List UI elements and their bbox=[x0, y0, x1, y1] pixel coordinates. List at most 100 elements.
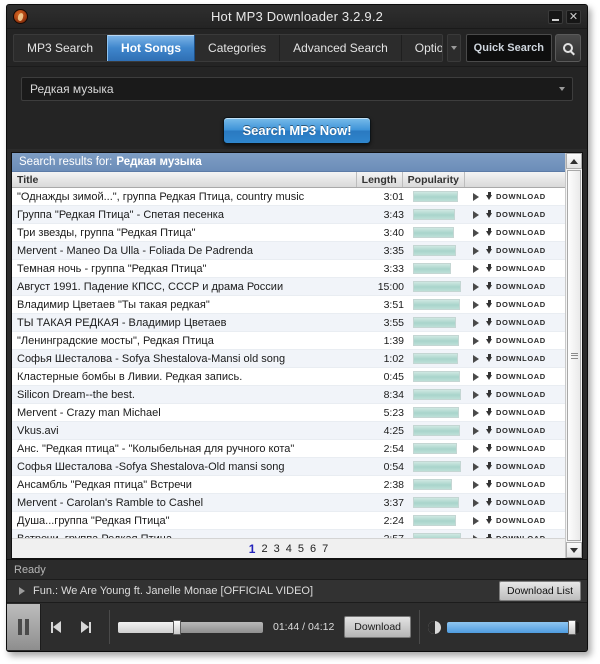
minimize-button[interactable] bbox=[548, 9, 563, 24]
download-link[interactable]: DOWNLOAD bbox=[486, 516, 546, 525]
table-row[interactable]: Софья Шесталова -Sofya Shestalova-Old ma… bbox=[12, 458, 565, 476]
tab-hot-songs[interactable]: Hot Songs bbox=[107, 34, 196, 61]
search-query-combobox[interactable]: Редкая музыка bbox=[21, 77, 573, 101]
speaker-icon[interactable] bbox=[428, 620, 441, 634]
tab-advanced-search[interactable]: Advanced Search bbox=[280, 34, 402, 61]
table-row[interactable]: Анс. "Редкая птица" - "Колыбельная для р… bbox=[12, 440, 565, 458]
play-icon[interactable] bbox=[473, 516, 479, 525]
table-row[interactable]: Софья Шесталова - Sofya Shestalova-Mansi… bbox=[12, 350, 565, 368]
page-link-7[interactable]: 7 bbox=[322, 543, 328, 555]
page-link-4[interactable]: 4 bbox=[286, 543, 292, 555]
tab-categories[interactable]: Categories bbox=[195, 34, 281, 61]
column-header-actions[interactable] bbox=[465, 172, 565, 187]
table-row[interactable]: Темная ночь - группа "Редкая Птица" 3:33 D… bbox=[12, 260, 565, 278]
search-mp3-now-button[interactable]: Search MP3 Now! bbox=[223, 116, 371, 144]
table-row[interactable]: "Ленинградские мосты", Редкая Птица 1:39 D… bbox=[12, 332, 565, 350]
play-icon[interactable] bbox=[473, 300, 479, 309]
download-label: DOWNLOAD bbox=[496, 444, 546, 453]
scrollbar-track[interactable] bbox=[566, 169, 582, 542]
volume-handle[interactable] bbox=[568, 619, 577, 635]
results-scrollbar[interactable] bbox=[565, 153, 582, 558]
volume-slider[interactable] bbox=[447, 619, 579, 635]
table-row[interactable]: Душа...группа "Редкая Птица" 2:24 DOWNLOAD bbox=[12, 512, 565, 530]
next-button[interactable] bbox=[71, 621, 101, 633]
table-row[interactable]: Ансамбль "Редкая птица" Встречи 2:38 DOWNL… bbox=[12, 476, 565, 494]
play-icon[interactable] bbox=[473, 210, 479, 219]
play-icon[interactable] bbox=[473, 354, 479, 363]
play-icon[interactable] bbox=[473, 318, 479, 327]
seek-handle[interactable] bbox=[173, 619, 182, 635]
download-link[interactable]: DOWNLOAD bbox=[486, 300, 546, 309]
download-link[interactable]: DOWNLOAD bbox=[486, 210, 546, 219]
play-icon[interactable] bbox=[473, 336, 479, 345]
play-icon[interactable] bbox=[473, 408, 479, 417]
download-link[interactable]: DOWNLOAD bbox=[486, 498, 546, 507]
download-link[interactable]: DOWNLOAD bbox=[486, 390, 546, 399]
play-icon[interactable] bbox=[473, 192, 479, 201]
download-link[interactable]: DOWNLOAD bbox=[486, 480, 546, 489]
table-row[interactable]: Кластерные бомбы в Ливии. Редкая запись.… bbox=[12, 368, 565, 386]
row-popularity bbox=[409, 371, 465, 382]
page-link-3[interactable]: 3 bbox=[274, 543, 280, 555]
column-header-title[interactable]: Title bbox=[12, 172, 357, 187]
column-header-length[interactable]: Length bbox=[357, 172, 403, 187]
tab-overflow-button[interactable] bbox=[446, 33, 461, 62]
table-row[interactable]: Группа "Редкая Птица" - Спетая песенка 3:… bbox=[12, 206, 565, 224]
play-icon[interactable] bbox=[473, 264, 479, 273]
download-link[interactable]: DOWNLOAD bbox=[486, 354, 546, 363]
table-row[interactable]: Встречи, группа Редкая Птица2:57DOWNLOAD bbox=[12, 530, 565, 538]
table-row[interactable]: ТЫ ТАКАЯ РЕДКАЯ - Владимир Цветаев 3:55 DO… bbox=[12, 314, 565, 332]
chevron-down-icon bbox=[450, 45, 457, 50]
page-link-5[interactable]: 5 bbox=[298, 543, 304, 555]
download-link[interactable]: DOWNLOAD bbox=[486, 336, 546, 345]
play-icon[interactable] bbox=[473, 444, 479, 453]
table-row[interactable]: Mervent - Carolan's Ramble to Cashel 3:37… bbox=[12, 494, 565, 512]
quick-search-button[interactable] bbox=[555, 33, 581, 62]
page-link-1[interactable]: 1 bbox=[249, 542, 256, 556]
column-header-popularity[interactable]: Popularity bbox=[403, 172, 465, 187]
download-link[interactable]: DOWNLOAD bbox=[486, 444, 546, 453]
pause-button[interactable] bbox=[7, 604, 41, 650]
download-link[interactable]: DOWNLOAD bbox=[486, 408, 546, 417]
play-icon[interactable] bbox=[473, 426, 479, 435]
download-link[interactable]: DOWNLOAD bbox=[486, 264, 546, 273]
tab-options[interactable]: Options bbox=[402, 35, 442, 61]
tab-mp3-search[interactable]: MP3 Search bbox=[14, 34, 108, 61]
table-row[interactable]: Mervent - Crazy man Michael 5:23 DOWNLOAD bbox=[12, 404, 565, 422]
play-icon[interactable] bbox=[473, 228, 479, 237]
play-icon[interactable] bbox=[473, 282, 479, 291]
seek-slider[interactable] bbox=[118, 619, 263, 635]
download-link[interactable]: DOWNLOAD bbox=[486, 318, 546, 327]
table-row[interactable]: Mervent - Maneo Da Ulla - Foliada De Pad… bbox=[12, 242, 565, 260]
download-link[interactable]: DOWNLOAD bbox=[486, 282, 546, 291]
play-icon[interactable] bbox=[473, 390, 479, 399]
download-link[interactable]: DOWNLOAD bbox=[486, 192, 546, 201]
play-icon[interactable] bbox=[473, 480, 479, 489]
table-row[interactable]: Silicon Dream--the best. 8:34 DOWNLOAD bbox=[12, 386, 565, 404]
quick-search-input[interactable]: Quick Search bbox=[465, 33, 552, 62]
download-link[interactable]: DOWNLOAD bbox=[486, 462, 546, 471]
play-icon[interactable] bbox=[473, 462, 479, 471]
download-link[interactable]: DOWNLOAD bbox=[486, 372, 546, 381]
play-icon[interactable] bbox=[473, 498, 479, 507]
page-link-2[interactable]: 2 bbox=[261, 543, 267, 555]
page-link-6[interactable]: 6 bbox=[310, 543, 316, 555]
download-link[interactable]: DOWNLOAD bbox=[486, 246, 546, 255]
table-row[interactable]: Владимир Цветаев "Ты такая редкая" 3:51 DO… bbox=[12, 296, 565, 314]
download-button[interactable]: Download bbox=[344, 616, 411, 638]
close-button[interactable]: ✕ bbox=[566, 9, 581, 24]
download-link[interactable]: DOWNLOAD bbox=[486, 228, 546, 237]
download-list-button[interactable]: Download List bbox=[499, 581, 581, 601]
table-row[interactable]: Август 1991. Падение КПСС, СССР и драма … bbox=[12, 278, 565, 296]
play-icon[interactable] bbox=[473, 246, 479, 255]
table-row[interactable]: Vkus.avi 4:25 DOWNLOAD bbox=[12, 422, 565, 440]
scrollbar-thumb[interactable] bbox=[567, 170, 581, 541]
table-row[interactable]: "Однажды зимой...", группа Редкая Птица,… bbox=[12, 188, 565, 206]
play-icon[interactable] bbox=[473, 372, 479, 381]
scroll-up-button[interactable] bbox=[566, 153, 582, 169]
table-row[interactable]: Три звезды, группа "Редкая Птица" 3:40 DOW… bbox=[12, 224, 565, 242]
download-label: DOWNLOAD bbox=[496, 264, 546, 273]
previous-button[interactable] bbox=[41, 621, 71, 633]
download-link[interactable]: DOWNLOAD bbox=[486, 426, 546, 435]
scroll-down-button[interactable] bbox=[566, 542, 582, 558]
